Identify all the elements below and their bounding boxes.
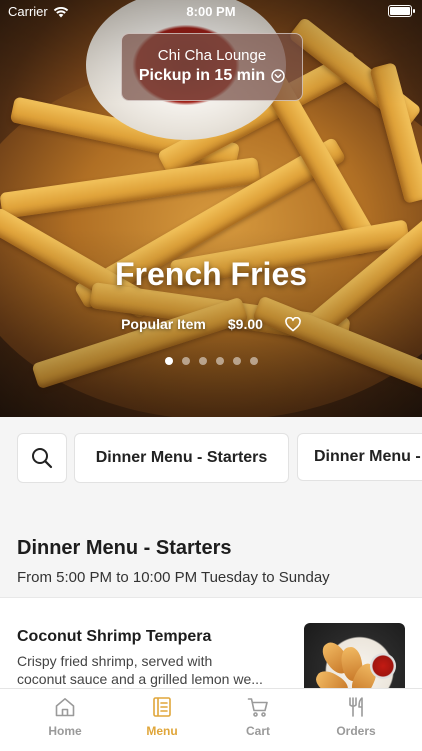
category-bar: Dinner Menu - Starters Dinner Menu - <box>0 417 422 497</box>
cart-icon <box>247 698 268 717</box>
featured-dish-meta: Popular Item $9.00 <box>0 316 422 332</box>
carousel-dot[interactable] <box>181 357 190 365</box>
battery-icon <box>388 5 415 17</box>
featured-price: $9.00 <box>227 316 263 332</box>
pickup-selector[interactable]: Chi Cha Lounge Pickup in 15 min <box>121 33 303 101</box>
restaurant-name: Chi Cha Lounge <box>157 47 267 64</box>
menu-item-name: Coconut Shrimp Tempera <box>17 628 212 645</box>
menu-book-icon <box>153 697 171 717</box>
section-hours: From 5:00 PM to 10:00 PM Tuesday to Sund… <box>17 569 330 586</box>
chevron-down-circle-icon <box>271 69 285 83</box>
menu-item-description: Crispy fried shrimp, served with coconut… <box>17 653 263 687</box>
search-icon <box>32 448 53 469</box>
status-bar: Carrier 8:00 PM <box>0 0 422 22</box>
section-title: Dinner Menu - Starters <box>17 537 232 559</box>
category-chip-starters[interactable]: Dinner Menu - Starters <box>74 433 289 483</box>
carousel-dot[interactable] <box>215 357 224 365</box>
carousel-dot[interactable] <box>232 357 241 365</box>
carousel-dots[interactable] <box>0 357 422 365</box>
bottom-nav: Home Menu Cart Orders <box>0 688 422 751</box>
home-icon <box>55 698 75 717</box>
carousel-dot[interactable] <box>249 357 258 365</box>
menu-section-header: Dinner Menu - Starters From 5:00 PM to 1… <box>0 497 422 597</box>
carousel-dot[interactable] <box>164 357 173 365</box>
nav-cart[interactable]: Cart <box>218 695 298 749</box>
search-button[interactable] <box>17 433 67 483</box>
menu-item-image <box>304 623 405 690</box>
nav-menu[interactable]: Menu <box>122 695 202 749</box>
menu-item[interactable]: Coconut Shrimp Tempera Crispy fried shri… <box>0 597 422 690</box>
utensils-icon <box>349 697 363 717</box>
carousel-dot[interactable] <box>198 357 207 365</box>
category-chip-next[interactable]: Dinner Menu - <box>297 433 422 481</box>
popular-tag: Popular Item <box>121 316 206 332</box>
heart-icon[interactable] <box>285 316 301 332</box>
pickup-time: Pickup in 15 min <box>138 67 266 84</box>
nav-home[interactable]: Home <box>25 695 105 749</box>
clock: 8:00 PM <box>186 4 236 19</box>
featured-dish-title: French Fries <box>114 256 308 292</box>
nav-orders[interactable]: Orders <box>316 695 396 749</box>
